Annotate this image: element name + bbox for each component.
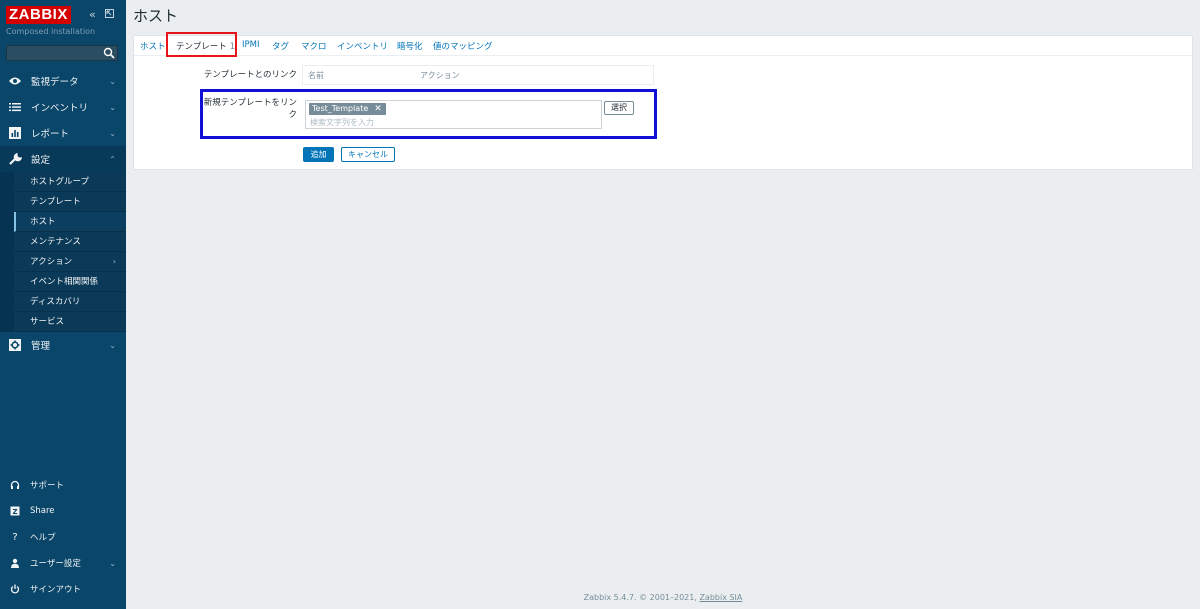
selected-template-name: Test_Template xyxy=(312,104,369,113)
linked-templates-label: テンプレートとのリンク xyxy=(203,70,297,80)
menu-inventory[interactable]: インベントリ ⌄ xyxy=(0,94,126,120)
column-header-action: アクション xyxy=(420,71,460,80)
help-icon: ? xyxy=(12,531,18,543)
chevron-right-icon: › xyxy=(112,257,116,266)
menu-administration-label: 管理 xyxy=(31,341,51,352)
menu-share-label: Share xyxy=(30,506,55,516)
tab-tags[interactable]: タグ xyxy=(272,40,289,52)
tab-inventory[interactable]: インベントリ xyxy=(337,40,388,52)
submenu-event-correlation[interactable]: イベント相関関係 xyxy=(14,272,126,292)
menu-share[interactable]: Z Share xyxy=(0,498,126,524)
server-subtitle: Composed installation xyxy=(6,27,96,36)
menu-support-label: サポート xyxy=(30,481,65,491)
footer: Zabbix 5.4.7. © 2001–2021, Zabbix SIA xyxy=(126,593,1200,602)
eye-icon xyxy=(8,74,22,88)
template-search-input[interactable] xyxy=(310,116,590,128)
kiosk-mode-icon[interactable] xyxy=(105,8,114,21)
tab-encryption[interactable]: 暗号化 xyxy=(397,40,423,52)
menu-monitoring-label: 監視データ xyxy=(31,77,79,88)
sidebar-search xyxy=(6,45,118,61)
chevron-down-icon: ⌄ xyxy=(109,559,116,568)
wrench-icon xyxy=(8,152,22,166)
menu-user-settings-label: ユーザー設定 xyxy=(30,559,81,569)
submenu-actions[interactable]: アクション › xyxy=(14,252,126,272)
chevron-down-icon: ⌄ xyxy=(109,103,116,112)
link-new-templates-label: 新規テンプレートをリンク xyxy=(203,98,297,120)
list-icon xyxy=(8,100,22,114)
gear-icon xyxy=(8,338,22,352)
menu-user-settings[interactable]: ユーザー設定 ⌄ xyxy=(0,550,126,576)
menu-monitoring[interactable]: 監視データ ⌄ xyxy=(0,68,126,94)
select-template-button[interactable]: 選択 xyxy=(604,101,634,115)
footer-text: Zabbix 5.4.7. © 2001–2021, xyxy=(583,593,700,602)
menu-reports[interactable]: レポート ⌄ xyxy=(0,120,126,146)
report-icon xyxy=(8,126,22,140)
menu-support[interactable]: サポート xyxy=(0,472,126,498)
share-icon: Z xyxy=(8,504,22,518)
menu-sign-out-label: サインアウト xyxy=(30,585,82,595)
chevron-up-icon: ⌃ xyxy=(109,155,116,164)
submenu-hosts[interactable]: ホスト xyxy=(14,212,126,232)
add-button[interactable]: 追加 xyxy=(303,147,334,162)
menu-configuration-label: 設定 xyxy=(31,155,51,166)
svg-text:Z: Z xyxy=(12,508,17,516)
menu-reports-label: レポート xyxy=(31,129,70,140)
user-icon xyxy=(8,556,22,570)
tab-ipmi[interactable]: IPMI xyxy=(242,40,259,50)
tab-value-mapping[interactable]: 値のマッピング xyxy=(433,40,493,52)
chevron-down-icon: ⌄ xyxy=(109,341,116,350)
sidebar-search-input[interactable] xyxy=(7,46,103,60)
chevron-down-icon: ⌄ xyxy=(109,77,116,86)
remove-template-icon[interactable]: ✕ xyxy=(374,103,382,115)
template-multiselect: Test_Template ✕ xyxy=(305,100,602,129)
search-icon[interactable] xyxy=(103,47,115,59)
highlight-templates-tab xyxy=(166,32,237,57)
submenu-actions-label: アクション xyxy=(30,257,73,267)
page-title: ホスト xyxy=(133,7,179,25)
tab-macros[interactable]: マクロ xyxy=(301,40,327,52)
cancel-button[interactable]: キャンセル xyxy=(341,147,395,162)
footer-zabbix-link[interactable]: Zabbix SIA xyxy=(699,593,742,602)
chevron-down-icon: ⌄ xyxy=(109,129,116,138)
tab-host[interactable]: ホスト xyxy=(140,40,166,52)
menu-help[interactable]: ? ヘルプ xyxy=(0,524,126,550)
submenu-host-groups[interactable]: ホストグループ xyxy=(14,172,126,192)
submenu-maintenance[interactable]: メンテナンス xyxy=(14,232,126,252)
column-header-name: 名前 xyxy=(308,71,324,80)
collapse-sidebar-icon[interactable]: « xyxy=(89,8,96,21)
menu-sign-out[interactable]: サインアウト xyxy=(0,576,126,602)
selected-template-chip: Test_Template ✕ xyxy=(309,103,386,115)
menu-administration[interactable]: 管理 ⌄ xyxy=(0,332,126,358)
tab-bar: ホスト テンプレート 1 IPMI タグ マクロ インベントリ 暗号化 値のマッピ… xyxy=(134,36,1194,56)
submenu-discovery[interactable]: ディスカバリ xyxy=(14,292,126,312)
submenu-templates[interactable]: テンプレート xyxy=(14,192,126,212)
power-icon xyxy=(8,582,22,596)
headset-icon xyxy=(8,478,22,492)
menu-inventory-label: インベントリ xyxy=(31,103,89,114)
configuration-submenu: ホストグループ テンプレート ホスト メンテナンス アクション › イベント相関… xyxy=(0,172,126,332)
linked-templates-table: 名前 アクション xyxy=(302,65,654,85)
sidebar: ZABBIX « Composed installation 監視データ ⌄ イ… xyxy=(0,0,126,609)
submenu-services[interactable]: サービス xyxy=(14,312,126,332)
menu-help-label: ヘルプ xyxy=(30,533,56,543)
menu-configuration[interactable]: 設定 ⌃ xyxy=(0,146,126,172)
bottom-menu: サポート Z Share ? ヘルプ ユーザー設定 ⌄ サインアウト xyxy=(0,472,126,602)
zabbix-logo[interactable]: ZABBIX xyxy=(6,6,71,24)
main-menu: 監視データ ⌄ インベントリ ⌄ レポート ⌄ 設定 ⌃ ホストグループ テンプ… xyxy=(0,68,126,358)
